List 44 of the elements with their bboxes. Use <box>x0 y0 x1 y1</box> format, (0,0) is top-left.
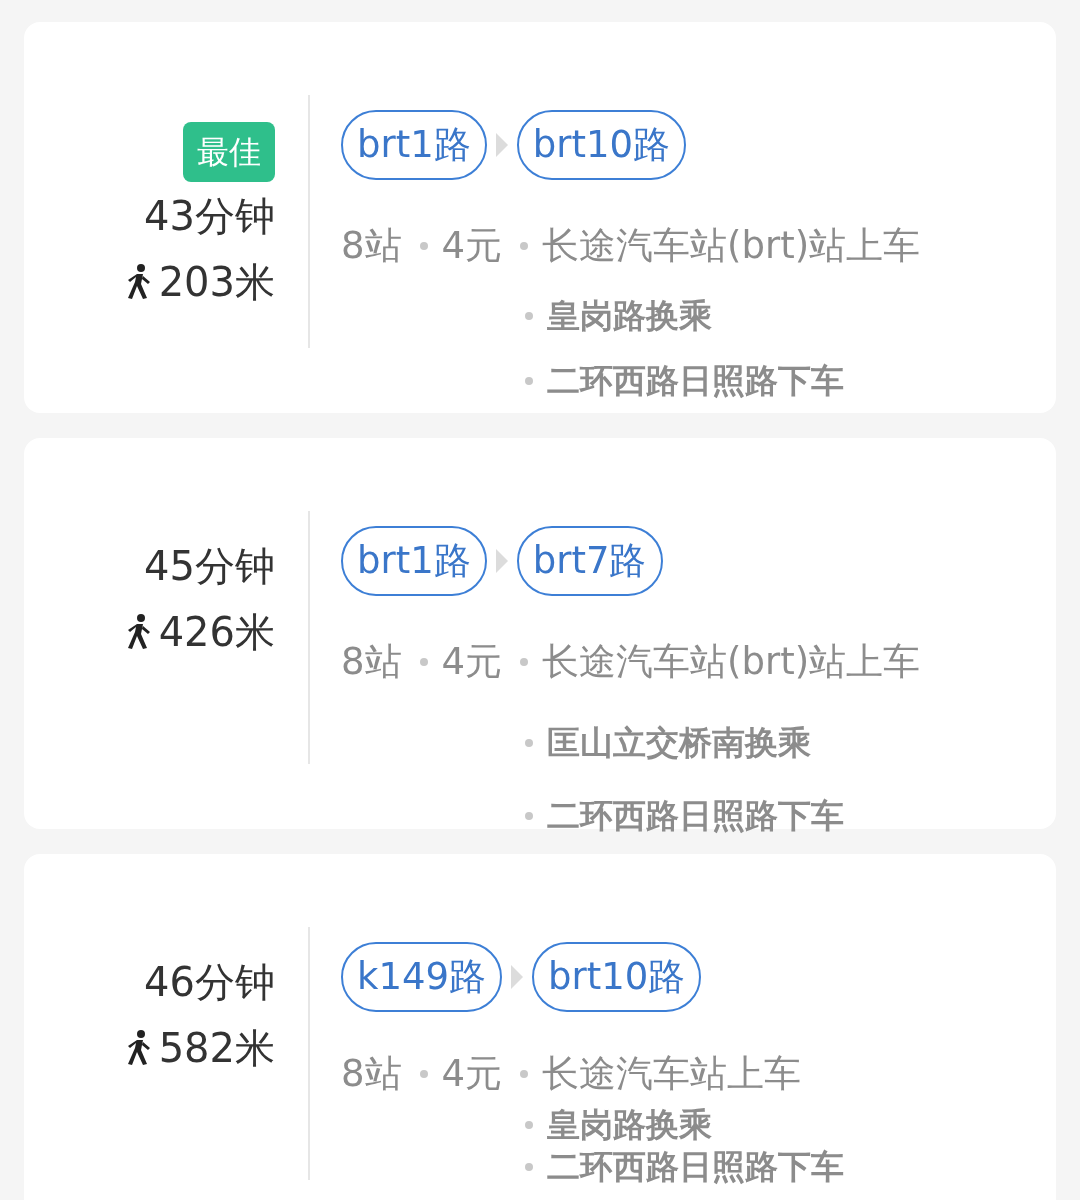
walk-distance: 582米 <box>158 1024 275 1073</box>
bus-line-tag: brt1路 <box>341 526 487 596</box>
stop-count: 8站 <box>341 1051 402 1097</box>
boarding-stop: 长途汽车站上车 <box>542 1051 802 1097</box>
bus-line-tag: brt10路 <box>532 942 702 1012</box>
bullet-dot <box>525 1163 533 1171</box>
boarding-stop: 长途汽车站(brt)站上车 <box>542 639 921 685</box>
route-card[interactable]: 46分钟 582米 k149路 brt10路 8站 4元 长途汽车站上车 皇岗路换乘 二环西路日照路下车 <box>24 854 1056 1200</box>
separator-dot <box>520 658 529 666</box>
route-step: 皇岗路换乘 <box>547 1104 712 1146</box>
arrow-icon <box>494 548 509 574</box>
fare: 4元 <box>441 639 503 685</box>
arrow-icon <box>494 132 509 158</box>
duration: 46分钟 <box>144 958 275 1007</box>
bus-line-tag: brt10路 <box>516 110 687 180</box>
route-step: 匡山立交桥南换乘 <box>547 720 811 766</box>
separator-dot <box>520 242 529 250</box>
bus-line-tag: brt7路 <box>516 526 663 596</box>
arrow-icon <box>510 964 525 990</box>
boarding-stop: 长途汽车站(brt)站上车 <box>542 223 921 269</box>
bullet-dot <box>525 377 533 385</box>
duration: 45分钟 <box>144 542 275 591</box>
route-card[interactable]: 最佳 43分钟 203米 brt1路 brt10路 8站 4元 长途汽车站(brt)站上车 皇岗路换乘 二环西路日照路下车 <box>24 22 1056 413</box>
bullet-dot <box>525 1121 533 1129</box>
walk-distance: 426米 <box>158 608 275 657</box>
walk-distance: 203米 <box>158 258 275 307</box>
route-step: 二环西路日照路下车 <box>547 1146 844 1188</box>
bullet-dot <box>525 812 533 820</box>
fare: 4元 <box>441 223 503 269</box>
bus-line-tag: brt1路 <box>341 110 487 180</box>
separator-dot <box>419 658 428 666</box>
route-step: 二环西路日照路下车 <box>547 358 844 404</box>
route-step: 皇岗路换乘 <box>547 293 712 339</box>
stop-count: 8站 <box>341 223 402 269</box>
best-badge: 最佳 <box>183 122 275 182</box>
stop-count: 8站 <box>341 639 402 685</box>
separator-dot <box>419 1070 428 1078</box>
separator-dot <box>520 1070 529 1078</box>
fare: 4元 <box>441 1051 503 1097</box>
bus-line-tag: k149路 <box>341 942 503 1012</box>
bullet-dot <box>525 739 533 747</box>
separator-dot <box>419 242 428 250</box>
duration: 43分钟 <box>144 192 275 241</box>
bullet-dot <box>525 312 533 320</box>
